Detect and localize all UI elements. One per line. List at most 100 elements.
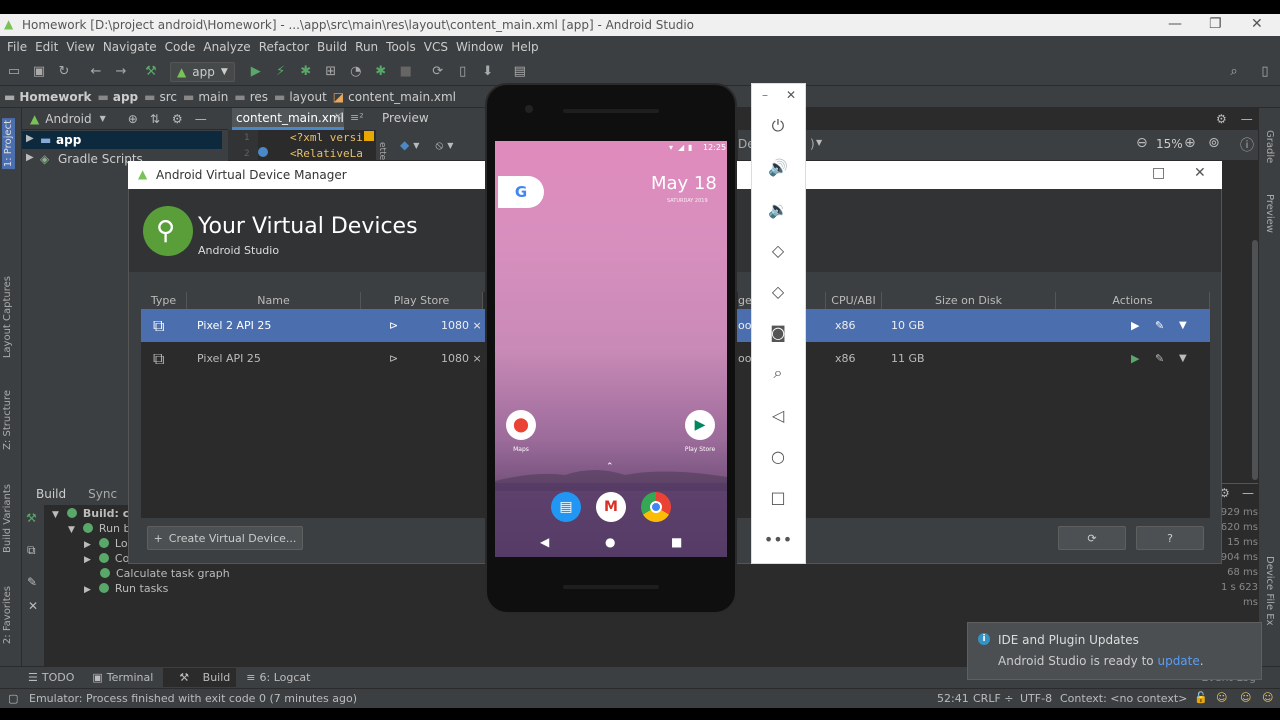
phone-date[interactable]: May 18 (651, 173, 717, 194)
home-icon[interactable]: ○ (766, 444, 790, 468)
hector-icon[interactable]: ☺ (1216, 691, 1227, 704)
menu-tools[interactable]: Tools (385, 40, 417, 54)
expand-arrow-icon[interactable]: ▶ (26, 133, 34, 144)
file-encoding[interactable]: UTF-8 (1020, 692, 1052, 705)
open-folder-icon[interactable]: ▭ (3, 61, 25, 83)
more-icon[interactable]: ••• (764, 527, 792, 551)
collapse-arrow-icon[interactable]: ▼ (52, 510, 59, 520)
debug-icon[interactable]: ✱ (295, 61, 317, 83)
play-store-app-icon[interactable]: ▶ (685, 410, 715, 440)
tab-gradle[interactable]: Gradle (1264, 130, 1275, 163)
attach-debugger-icon[interactable]: ⊞ (320, 61, 342, 83)
lock-icon[interactable]: 🔓 (1194, 691, 1208, 704)
collapse-icon[interactable]: ⇅ (150, 112, 160, 126)
menu-navigate[interactable]: Navigate (102, 40, 158, 54)
edit-button[interactable]: ✎ (1155, 309, 1164, 342)
tab-list-icon[interactable]: ≡² (350, 111, 364, 124)
help-button[interactable]: ? (1136, 526, 1204, 550)
close-icon[interactable]: ✕ (28, 599, 38, 613)
tab-build-bottom[interactable]: ⚒ Build (163, 668, 237, 687)
launch-button[interactable]: ▶ (1131, 342, 1139, 375)
zoom-icon[interactable]: ⌕ (766, 361, 790, 385)
sdk-manager-icon[interactable]: ⬇ (477, 61, 499, 83)
hide-icon[interactable]: — (1242, 486, 1254, 500)
create-virtual-device-button[interactable]: + Create Virtual Device... (147, 526, 303, 550)
chrome-app-icon[interactable] (641, 492, 671, 522)
avd-manager-icon[interactable]: ▯ (452, 61, 474, 83)
tab-device-file-explorer[interactable]: Device File Ex (1264, 556, 1275, 626)
gear-icon[interactable]: ⚙ (172, 112, 183, 126)
info-icon[interactable]: ⓘ (1240, 135, 1254, 155)
save-icon[interactable]: ▣ (28, 61, 50, 83)
col-actions[interactable]: Actions (1056, 292, 1210, 309)
expand-arrow-icon[interactable]: ▶ (26, 152, 34, 163)
col-type[interactable]: Type (141, 292, 187, 309)
menu-help[interactable]: Help (510, 40, 539, 54)
make-project-icon[interactable]: ⚒ (140, 61, 162, 83)
avd-maximize-button[interactable]: □ (1152, 165, 1165, 181)
refresh-button[interactable]: ⟳ (1058, 526, 1126, 550)
tab-structure[interactable]: Z: Structure (2, 390, 13, 450)
back-icon[interactable]: ◁ (766, 403, 790, 427)
menu-code[interactable]: Code (164, 40, 197, 54)
edit-button[interactable]: ✎ (1155, 342, 1164, 375)
tab-project[interactable]: 1: Project (2, 118, 15, 170)
zoom-out-icon[interactable]: ⊖ (1136, 135, 1148, 151)
menu-vcs[interactable]: VCS (423, 40, 449, 54)
more-actions-button[interactable]: ▼ (1179, 309, 1187, 342)
tab-todo[interactable]: TODO (42, 671, 75, 684)
restore-button[interactable]: ❐ (1209, 16, 1222, 32)
search-icon[interactable]: ⌕ (1223, 61, 1245, 83)
google-search-widget[interactable]: G (498, 176, 544, 208)
breadcrumb-file[interactable]: content_main.xml (348, 90, 456, 104)
breadcrumb-main[interactable]: main (198, 90, 228, 104)
rotate-right-icon[interactable]: ◇ (766, 279, 790, 303)
zoom-fit-icon[interactable]: ⊚ (1208, 135, 1220, 151)
hide-icon[interactable]: — (1241, 112, 1253, 126)
pin-icon[interactable]: ✎ (27, 575, 37, 589)
menu-refactor[interactable]: Refactor (258, 40, 310, 54)
app-drawer-arrow-icon[interactable]: ⌃ (606, 462, 614, 472)
col-name[interactable]: Name (187, 292, 361, 309)
expand-arrow-icon[interactable]: ▶ (84, 540, 91, 550)
chevron-down-icon[interactable]: ▼ (447, 141, 453, 150)
tab-favorites[interactable]: 2: Favorites (2, 586, 13, 644)
preview-scrollbar[interactable] (1252, 240, 1258, 480)
project-view-select[interactable]: Android (45, 112, 91, 126)
api-select-fragment[interactable]: ) (810, 137, 815, 151)
scope-target-icon[interactable]: ⊕ (128, 112, 138, 126)
build-tree-item[interactable]: Calculate task graph (100, 567, 230, 580)
camera-icon[interactable]: ◙ (766, 320, 790, 344)
menu-file[interactable]: File (6, 40, 28, 54)
hector-icon[interactable]: ☺ (1262, 691, 1273, 704)
context-indicator[interactable]: Context: <no context> (1060, 692, 1187, 705)
build-tree-root[interactable]: ▼ Build: co (52, 507, 137, 520)
menu-analyze[interactable]: Analyze (202, 40, 251, 54)
tab-build-variants[interactable]: Build Variants (2, 484, 13, 553)
volume-down-icon[interactable]: 🔉 (766, 197, 790, 221)
forward-icon[interactable]: → (110, 61, 132, 83)
gradle-sync-icon[interactable]: ⟳ (427, 61, 449, 83)
col-cpu[interactable]: CPU/ABI (826, 292, 882, 309)
menu-window[interactable]: Window (455, 40, 504, 54)
breadcrumb-app[interactable]: app (113, 90, 138, 104)
breadcrumb-layout[interactable]: layout (289, 90, 326, 104)
build-tree-item[interactable]: ▶ Co (84, 552, 129, 565)
gmail-app-icon[interactable]: M (596, 492, 626, 522)
tab-content-main[interactable]: content_main.xml × (232, 108, 344, 130)
scrollbar-thumb-icon[interactable]: ▯ (1254, 61, 1276, 83)
expand-arrow-icon[interactable]: ▶ (84, 585, 91, 595)
breadcrumb-src[interactable]: src (159, 90, 177, 104)
orientation-icon[interactable]: ⦸ (435, 138, 443, 153)
update-link[interactable]: update (1157, 654, 1199, 668)
stop-icon[interactable]: ■ (395, 61, 417, 83)
minimize-button[interactable]: — (1168, 16, 1182, 32)
phone-recents-button[interactable]: ■ (671, 535, 682, 549)
tab-preview[interactable]: Preview (1264, 194, 1275, 233)
sync-icon[interactable]: ↻ (53, 61, 75, 83)
phone-back-button[interactable]: ◀ (540, 535, 549, 549)
profile-icon[interactable]: ◔ (345, 61, 367, 83)
zoom-in-icon[interactable]: ⊕ (1184, 135, 1196, 151)
code-line-1[interactable]: <?xml versi (290, 131, 363, 144)
line-separator[interactable]: CRLF ÷ (973, 692, 1014, 705)
